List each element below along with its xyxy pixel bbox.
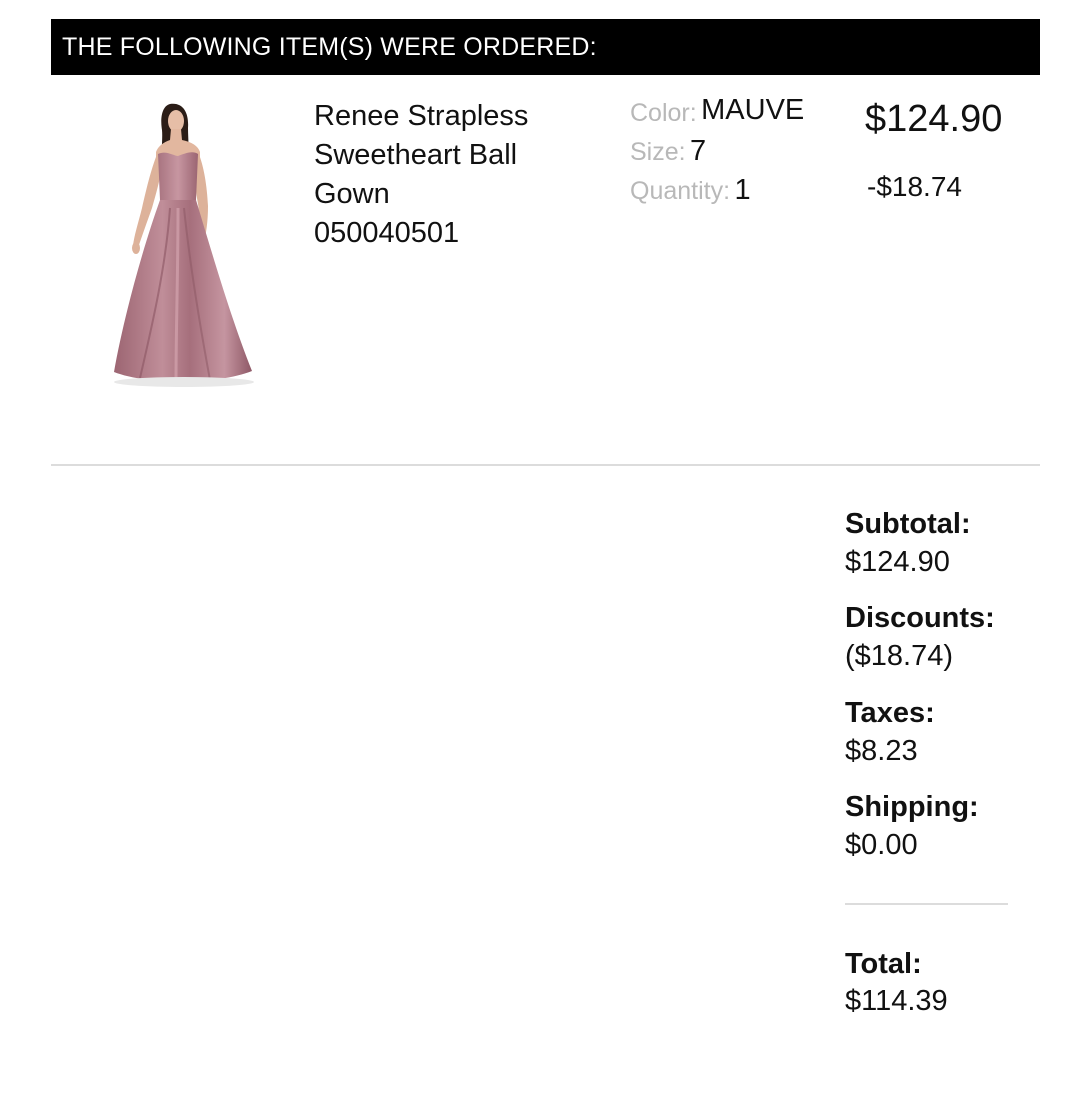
product-attributes: Color: MAUVE Size: 7 Quantity: 1 bbox=[630, 94, 805, 213]
discounts-value: ($18.74) bbox=[845, 640, 954, 672]
total-label: Total: bbox=[845, 948, 922, 980]
shipping-value: $0.00 bbox=[845, 829, 918, 861]
attribute-label: Color: bbox=[630, 99, 697, 127]
product-name-line: Gown bbox=[314, 178, 390, 210]
attribute-label: Quantity: bbox=[630, 177, 731, 205]
order-items-title: THE FOLLOWING ITEM(S) WERE ORDERED: bbox=[62, 32, 597, 61]
subtotal-label: Subtotal: bbox=[845, 508, 971, 540]
attribute-value: 1 bbox=[734, 174, 751, 206]
discounts-label: Discounts: bbox=[845, 602, 995, 634]
taxes-value: $8.23 bbox=[845, 735, 918, 767]
subtotal-value: $124.90 bbox=[845, 546, 950, 578]
attribute-value: MAUVE bbox=[701, 94, 805, 126]
product-image[interactable] bbox=[100, 96, 270, 391]
attribute-quantity: Quantity: 1 bbox=[630, 174, 804, 213]
product-name-line: Sweetheart Ball bbox=[314, 139, 518, 171]
attribute-label: Size: bbox=[630, 138, 686, 166]
attribute-size: Size: 7 bbox=[630, 135, 804, 174]
order-items-header: THE FOLLOWING ITEM(S) WERE ORDERED: bbox=[51, 19, 1040, 75]
total-value: $114.39 bbox=[845, 985, 948, 1017]
product-name[interactable]: Renee Strapless Sweetheart Ball Gown 050… bbox=[314, 97, 594, 253]
attribute-color: Color: MAUVE bbox=[630, 94, 805, 135]
product-sku: 050040501 bbox=[314, 217, 460, 249]
attribute-value: 7 bbox=[690, 135, 707, 167]
shipping-label: Shipping: bbox=[845, 791, 979, 823]
taxes-label: Taxes: bbox=[845, 697, 935, 729]
item-discount: -$18.74 bbox=[867, 171, 962, 202]
section-divider bbox=[51, 464, 1040, 466]
product-name-line: Renee Strapless bbox=[314, 100, 529, 132]
summary-divider bbox=[845, 903, 1008, 905]
item-price: $124.90 bbox=[865, 98, 1003, 140]
